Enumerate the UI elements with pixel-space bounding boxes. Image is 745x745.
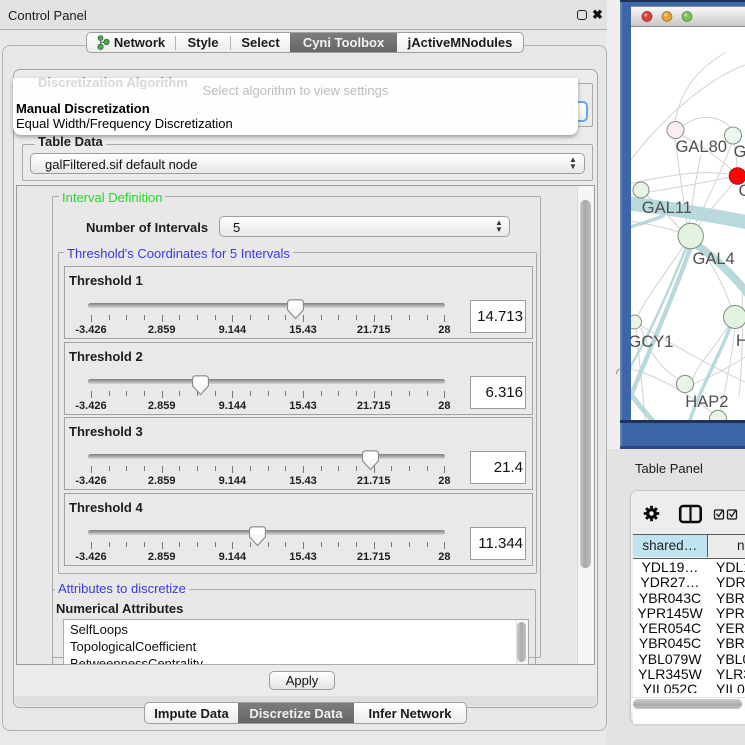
svg-text:H: H	[736, 332, 745, 350]
svg-text:G.: G.	[734, 143, 745, 161]
svg-text:C: C	[739, 182, 745, 200]
svg-text:HAP2: HAP2	[685, 393, 728, 411]
svg-text:GCY1: GCY1	[631, 333, 673, 351]
svg-text:GAL4: GAL4	[693, 250, 735, 268]
svg-text:GAL80: GAL80	[676, 138, 727, 156]
svg-text:GAL11: GAL11	[642, 199, 692, 217]
